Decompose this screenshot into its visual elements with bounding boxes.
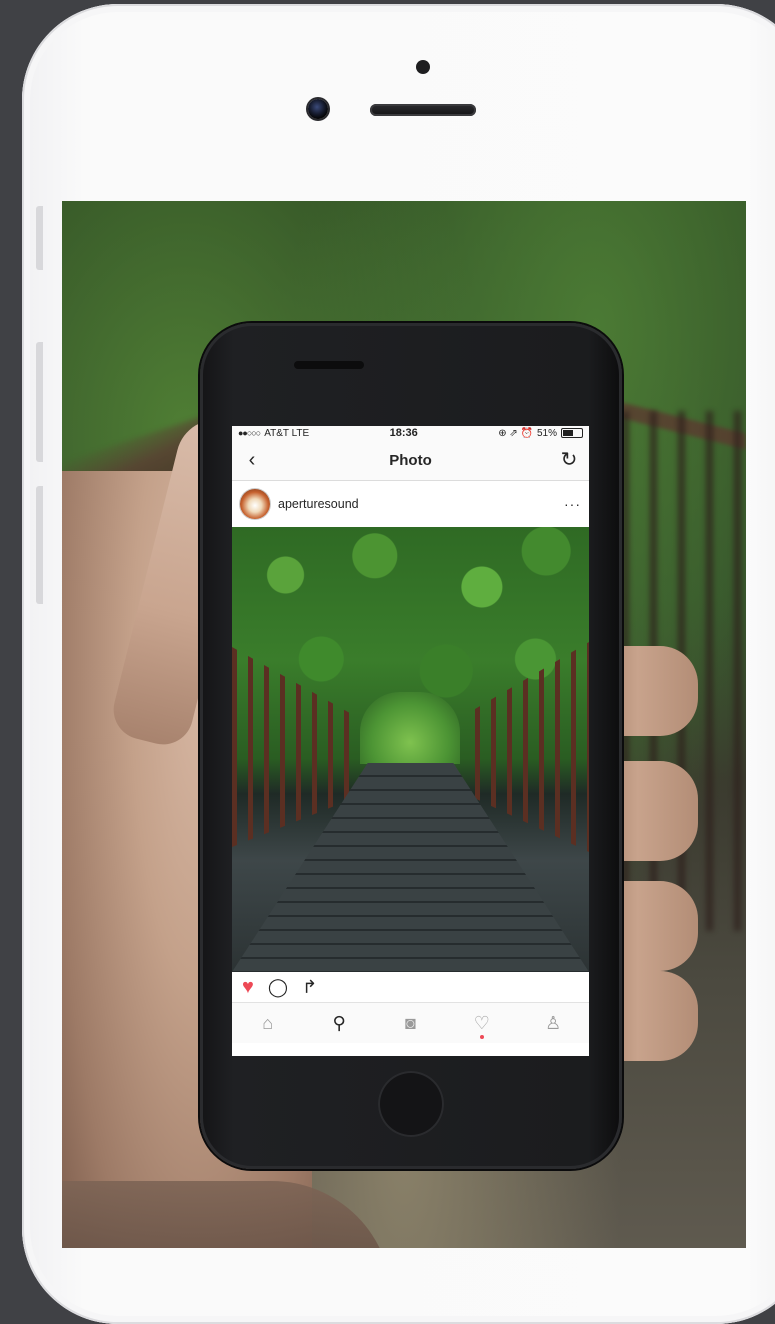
page-title: Photo <box>389 451 432 469</box>
tab-bar: ⌂ ⚲ ◙ ♡ ♙ <box>232 1002 589 1043</box>
sleeve <box>62 1181 392 1248</box>
volume-up-button <box>36 342 43 462</box>
chevron-left-icon[interactable]: ‹ <box>240 450 264 470</box>
post-header: aperturesound ··· <box>232 481 589 527</box>
post-actions: ♥ ◯ ↱ <box>232 972 589 1002</box>
post-photo[interactable] <box>232 527 589 972</box>
proximity-sensor <box>416 60 430 74</box>
battery-icon <box>561 428 583 438</box>
outer-screen-photo: ●●○○○ AT&T LTE 18:36 ⊕ ⇗ ⏰ 51% ‹ Photo ↻… <box>62 201 746 1248</box>
status-indicators-icon: ⊕ ⇗ ⏰ <box>498 427 533 439</box>
heart-filled-icon[interactable]: ♥ <box>242 976 254 999</box>
instagram-screen: ●●○○○ AT&T LTE 18:36 ⊕ ⇗ ⏰ 51% ‹ Photo ↻… <box>232 426 589 1056</box>
front-camera-icon <box>308 99 328 119</box>
search-icon[interactable]: ⚲ <box>324 1013 354 1034</box>
activity-heart-icon[interactable]: ♡ <box>467 1012 497 1039</box>
share-icon[interactable]: ↱ <box>302 977 317 998</box>
activity-heart-glyph: ♡ <box>473 1012 490 1033</box>
avatar[interactable] <box>240 489 270 519</box>
more-options-icon[interactable]: ··· <box>564 496 581 512</box>
notification-dot <box>479 1034 484 1039</box>
status-bar: ●●○○○ AT&T LTE 18:36 ⊕ ⇗ ⏰ 51% <box>232 426 589 440</box>
mute-switch <box>36 206 43 270</box>
held-phone-speaker <box>294 361 364 369</box>
nav-bar: ‹ Photo ↻ <box>232 440 589 481</box>
signal-icon: ●●○○○ <box>238 428 261 438</box>
held-phone-home-button[interactable] <box>378 1071 444 1137</box>
clock: 18:36 <box>389 427 418 439</box>
battery-percent: 51% <box>536 427 557 439</box>
home-icon[interactable]: ⌂ <box>253 1013 283 1034</box>
refresh-icon[interactable]: ↻ <box>557 450 581 470</box>
comment-icon[interactable]: ◯ <box>268 977 288 998</box>
profile-icon[interactable]: ♙ <box>538 1013 568 1034</box>
volume-down-button <box>36 486 43 604</box>
photo-forest-opening <box>360 692 460 764</box>
post-username[interactable]: aperturesound <box>278 497 556 511</box>
carrier-label: AT&T LTE <box>264 427 310 439</box>
camera-icon[interactable]: ◙ <box>395 1013 425 1034</box>
earpiece-speaker <box>370 104 476 116</box>
